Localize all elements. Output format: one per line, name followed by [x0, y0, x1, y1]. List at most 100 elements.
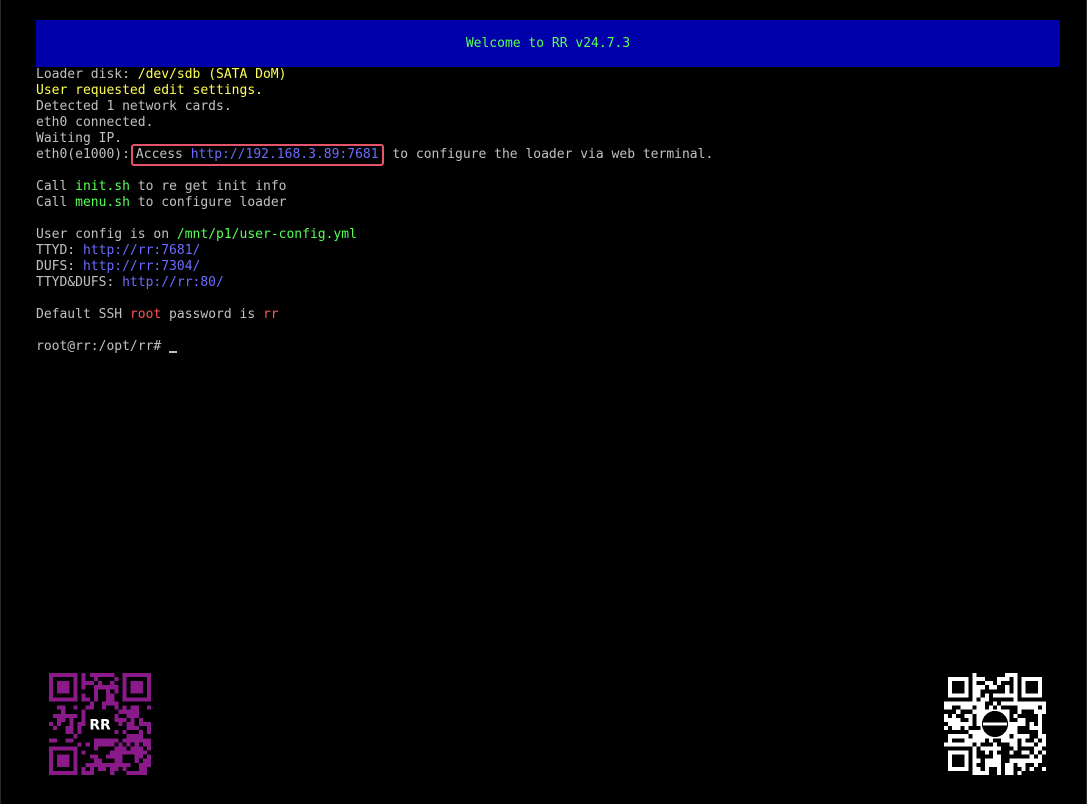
terminal-cursor [169, 351, 178, 353]
qr-module [122, 746, 127, 751]
qr-module [126, 713, 131, 718]
qr-module [976, 754, 981, 759]
qr-module [81, 717, 86, 722]
qr-module [988, 742, 993, 747]
qr-module [1033, 721, 1038, 727]
qr-module [89, 762, 94, 767]
user-edit-line: User requested edit settings. [36, 83, 263, 98]
dufs-url-link[interactable]: http://rr:7304/ [83, 259, 200, 274]
qr-module [114, 730, 119, 735]
qr-module [77, 730, 82, 735]
qr-module [952, 709, 957, 714]
qr-module [93, 746, 98, 751]
qr-module [146, 758, 151, 763]
qr-module [1021, 746, 1026, 751]
qr-module [134, 770, 139, 775]
access-word: Access [135, 147, 191, 162]
terminal-output[interactable]: Loader disk: /dev/sdb (SATA DoM) User re… [36, 67, 1060, 355]
qr-module [956, 705, 961, 710]
qr-module [114, 762, 119, 767]
qr-module [992, 738, 998, 743]
ttyd-dufs-url-link[interactable]: http://rr:80/ [122, 275, 224, 290]
qr-module [65, 738, 70, 743]
qr-module [980, 766, 985, 771]
qr-module [1001, 705, 1006, 710]
qr-module [1041, 770, 1046, 775]
qr-module [1017, 713, 1022, 718]
qr-module [1005, 742, 1010, 747]
qr-module [952, 705, 957, 710]
qr-module [93, 762, 98, 767]
qr-module [1013, 766, 1018, 771]
qr-module [142, 721, 147, 727]
qr-module [106, 685, 111, 690]
qr-module [69, 721, 74, 727]
user-config-prefix: User config is on [36, 227, 177, 242]
qr-module [1041, 754, 1046, 759]
qr-module [134, 726, 139, 731]
qr-module [1033, 717, 1038, 722]
qr-module [146, 746, 151, 751]
qr-module [81, 677, 86, 682]
qr-module [1029, 746, 1034, 751]
qr-module [146, 726, 151, 731]
qr-module [976, 697, 981, 702]
ttyd-url-link[interactable]: http://rr:7681/ [83, 243, 200, 258]
qr-module [69, 713, 74, 718]
qr-module [944, 734, 949, 739]
qr-module [49, 738, 54, 743]
qr-module [1033, 766, 1038, 771]
qr-module [89, 705, 94, 710]
prompt-line[interactable]: root@rr:/opt/rr# [36, 339, 1060, 355]
qr-module [130, 746, 135, 751]
qr-module [997, 685, 1002, 690]
qr-module [81, 766, 86, 771]
qr-module [146, 742, 151, 747]
qr-module [106, 689, 111, 694]
qr-module [81, 770, 86, 775]
qr-module [53, 726, 58, 731]
qr-module [964, 730, 969, 735]
call-init-suffix: to re get init info [129, 179, 287, 194]
qr-module [114, 758, 119, 763]
qr-module [1009, 705, 1014, 710]
qr-module [65, 726, 70, 731]
qr-module [73, 705, 78, 710]
terminal-screen[interactable]: Welcome to RR v24.7.3 Loader disk: /dev/… [0, 0, 1087, 804]
qr-module [944, 709, 949, 714]
qr-module [97, 758, 103, 763]
qr-module [956, 713, 961, 718]
qr-module [114, 754, 119, 759]
qr-module [1021, 713, 1026, 718]
qr-module [97, 685, 103, 690]
init-sh-command: init.sh [75, 179, 130, 194]
qr-module [93, 673, 98, 678]
qr-module [61, 705, 66, 710]
qr-module [93, 677, 98, 682]
qr-module [1029, 730, 1034, 735]
qr-module [988, 693, 993, 698]
qr-module [142, 762, 147, 767]
qr-module [1001, 746, 1006, 751]
qr-module [956, 738, 961, 743]
qr-module [110, 697, 115, 702]
qr-module [106, 762, 111, 767]
qr-module [122, 762, 127, 767]
qr-module [69, 717, 74, 722]
qr-module [114, 685, 119, 690]
qr-module [1009, 734, 1014, 739]
qr-module [106, 673, 111, 678]
qr-module [1005, 750, 1010, 755]
qr-module [980, 758, 985, 763]
qr-module [97, 681, 103, 686]
qr-module [122, 738, 127, 743]
qr-module [93, 689, 98, 694]
qr-module [73, 734, 78, 739]
access-url-link[interactable]: http://192.168.3.89:7681 [191, 147, 379, 162]
qr-module [138, 717, 143, 722]
qr-module [1041, 758, 1046, 763]
qr-module [960, 709, 965, 714]
qr-module [1009, 713, 1014, 718]
